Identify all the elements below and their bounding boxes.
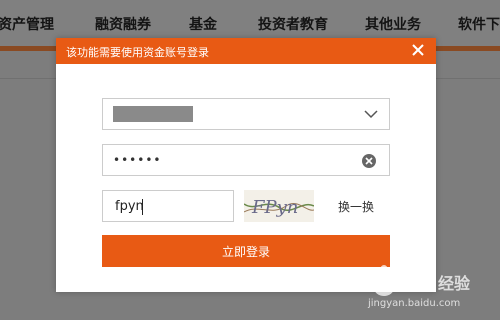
refresh-captcha-link[interactable]: 换一换 (338, 198, 374, 215)
nav-item-software-download[interactable]: 软件下 (458, 14, 500, 34)
login-button[interactable]: 立即登录 (102, 235, 390, 267)
login-dialog: 该功能需要使用资金账号登录 •••••• fpyn FPyn 换一换 立即登录 (56, 38, 436, 292)
dialog-title: 该功能需要使用资金账号登录 (66, 46, 209, 59)
dialog-header: 该功能需要使用资金账号登录 (56, 38, 436, 64)
captcha-image[interactable]: FPyn (244, 190, 314, 222)
paw-logo-icon (371, 265, 397, 296)
watermark-text: Bai 经验 (404, 274, 471, 293)
captcha-input[interactable]: fpyn (102, 190, 234, 222)
nav-item-investor-education[interactable]: 投资者教育 (258, 14, 328, 34)
close-icon[interactable] (408, 40, 428, 60)
account-select[interactable] (102, 98, 390, 130)
password-value: •••••• (113, 153, 162, 167)
chevron-down-icon[interactable] (363, 108, 379, 120)
password-field[interactable]: •••••• (102, 144, 390, 176)
nav-item-asset-management[interactable]: 资产管理 (0, 14, 54, 34)
captcha-input-value: fpyn (115, 199, 144, 214)
nav-item-other-business[interactable]: 其他业务 (365, 14, 421, 34)
account-value-redacted (113, 106, 193, 122)
nav-item-margin-trading[interactable]: 融资融券 (95, 14, 151, 34)
nav-item-funds[interactable]: 基金 (189, 14, 217, 34)
watermark-domain: jingyan.baidu.com (368, 298, 461, 309)
captcha-text: FPyn (251, 197, 298, 218)
watermark: Bai 经验 jingyan.baidu.com (362, 262, 496, 318)
clear-icon[interactable] (361, 153, 377, 169)
text-caret (142, 199, 143, 215)
